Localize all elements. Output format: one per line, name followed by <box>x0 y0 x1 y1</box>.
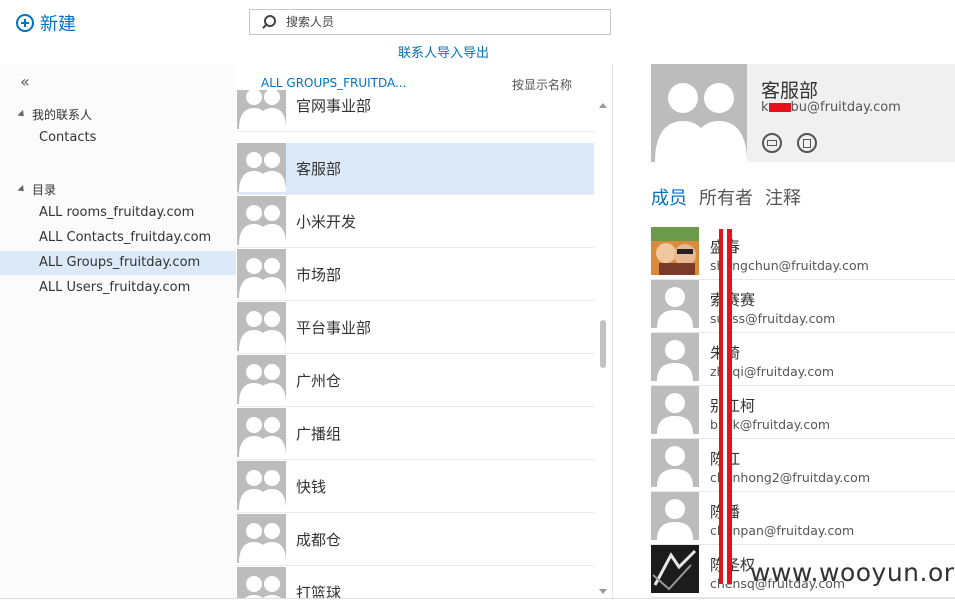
email-suffix: bu@fruitday.com <box>790 100 901 115</box>
tab-owners[interactable]: 所有者 <box>699 184 753 210</box>
sidebar-item-all-users[interactable]: ALL Users_fruitday.com <box>0 276 236 300</box>
watermark: www.wooyun.org <box>750 558 955 587</box>
sidebar-item-all-groups[interactable]: ALL Groups_fruitday.com <box>0 251 236 275</box>
pane-divider <box>612 64 613 600</box>
search-icon <box>260 13 278 31</box>
plus-circle-icon <box>16 14 34 32</box>
search-input[interactable] <box>284 14 588 30</box>
list-item[interactable]: 平台事业部 <box>237 302 594 354</box>
group-avatar-icon <box>237 461 286 510</box>
list-item[interactable]: 广州仓 <box>237 355 594 407</box>
group-avatar-icon <box>237 249 286 298</box>
list-item[interactable]: 官网事业部 <box>237 90 594 132</box>
group-avatar-icon <box>237 90 286 129</box>
member-row[interactable]: 陈红 chenhong2@fruitday.com <box>651 439 955 492</box>
member-email: shengchun@fruitday.com <box>710 258 869 273</box>
expand-triangle-icon <box>17 184 27 195</box>
group-name: 打篮球 <box>296 584 342 598</box>
group-name: 平台事业部 <box>296 319 372 337</box>
member-photo <box>651 227 699 275</box>
redaction-bar <box>719 229 732 584</box>
search-box[interactable] <box>249 9 611 35</box>
detail-tabs: 成员 所有者 注释 <box>651 184 801 210</box>
group-name: 市场部 <box>296 266 342 284</box>
collapse-pane-button[interactable]: « <box>20 72 30 91</box>
scroll-up-arrow-icon[interactable] <box>599 103 607 108</box>
list-item[interactable]: 打篮球 <box>237 567 594 598</box>
sidebar-item-all-contacts[interactable]: ALL Contacts_fruitday.com <box>0 226 236 250</box>
group-large-avatar-icon <box>651 64 747 162</box>
redaction-bar-stripe <box>723 229 727 584</box>
group-avatar-icon <box>237 567 286 598</box>
list-item[interactable]: 市场部 <box>237 249 594 301</box>
tab-members[interactable]: 成员 <box>651 184 687 210</box>
tree-group-directory[interactable]: 目录 <box>17 181 57 198</box>
scrollbar-thumb[interactable] <box>600 320 606 368</box>
group-email: k bu@fruitday.com <box>761 100 901 115</box>
member-row[interactable]: 陈潘 chenpan@fruitday.com <box>651 492 955 545</box>
person-avatar-icon <box>651 492 699 540</box>
tree-group-my-contacts[interactable]: 我的联系人 <box>17 106 93 123</box>
group-avatar-icon <box>237 408 286 457</box>
new-button-label: 新建 <box>40 14 76 35</box>
group-name: 小米开发 <box>296 213 357 231</box>
member-row[interactable]: 索赛赛 suoss@fruitday.com <box>651 280 955 333</box>
schedule-meeting-button[interactable] <box>797 133 817 153</box>
expand-triangle-icon <box>17 109 27 120</box>
member-name: 索赛赛 <box>710 291 756 309</box>
list-item[interactable]: 客服部 <box>237 143 594 195</box>
group-name: 广播组 <box>296 425 342 443</box>
group-avatar-icon <box>237 302 286 351</box>
member-row[interactable]: 别江柯 biejk@fruitday.com <box>651 386 955 439</box>
redaction-mark <box>768 103 791 112</box>
group-list: 官网事业部 客服部 小米开发 市场部 平台事业部 广州仓 广播组 快钱 成都仓 … <box>237 90 594 598</box>
person-avatar-icon <box>651 333 699 381</box>
group-name: 官网事业部 <box>296 97 372 115</box>
sidebar-item-contacts[interactable]: Contacts <box>0 126 236 150</box>
group-title: 客服部 <box>761 80 819 102</box>
member-row[interactable]: 盛春 shengchun@fruitday.com <box>651 227 955 280</box>
tab-notes[interactable]: 注释 <box>765 184 801 210</box>
person-avatar-icon <box>651 280 699 328</box>
group-avatar-icon <box>237 196 286 245</box>
scroll-down-arrow-icon[interactable] <box>599 589 607 594</box>
sidebar-item-all-rooms[interactable]: ALL rooms_fruitday.com <box>0 201 236 225</box>
new-contact-button[interactable]: 新建 <box>16 10 76 36</box>
bottom-divider <box>0 598 955 599</box>
list-title[interactable]: ALL GROUPS_FRUITDA... <box>261 76 406 90</box>
list-item[interactable]: 快钱 <box>237 461 594 513</box>
tree-group-label: 目录 <box>32 183 57 197</box>
group-avatar-icon <box>237 143 286 192</box>
list-scrollbar[interactable] <box>598 100 608 598</box>
tree-group-label: 我的联系人 <box>32 108 93 122</box>
member-row[interactable]: 朱琦 zhuqi@fruitday.com <box>651 333 955 386</box>
person-avatar-icon <box>651 386 699 434</box>
person-avatar-icon <box>651 439 699 487</box>
group-avatar-icon <box>237 514 286 563</box>
member-name: 陈圣权 <box>710 556 756 574</box>
group-avatar-icon <box>237 355 286 404</box>
send-email-button[interactable] <box>762 133 782 153</box>
list-item[interactable]: 小米开发 <box>237 196 594 248</box>
list-item[interactable]: 成都仓 <box>237 514 594 566</box>
group-name: 成都仓 <box>296 531 342 549</box>
import-export-link[interactable]: 联系人导入导出 <box>398 42 489 61</box>
email-prefix: k <box>761 100 769 115</box>
group-name: 客服部 <box>296 160 342 178</box>
member-photo <box>651 545 699 593</box>
member-name: 别江柯 <box>710 397 756 415</box>
group-name: 广州仓 <box>296 372 342 390</box>
group-name: 快钱 <box>296 478 327 496</box>
member-email: chenhong2@fruitday.com <box>710 470 871 485</box>
list-item[interactable]: 广播组 <box>237 408 594 460</box>
